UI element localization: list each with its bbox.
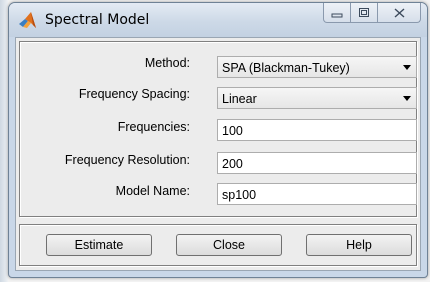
dialog-window: Spectral Model Method: SPA (Blackman-Tuk…	[8, 2, 428, 278]
maximize-icon	[359, 8, 369, 17]
frequency-spacing-value: Linear	[222, 92, 257, 106]
frequency-resolution-field[interactable]: 200	[217, 152, 417, 174]
minimize-icon	[331, 13, 343, 17]
model-name-value: sp100	[222, 188, 257, 202]
frequency-spacing-label: Frequency Spacing:	[78, 87, 190, 101]
dialog-body: Method: SPA (Blackman-Tukey) Frequency S…	[15, 37, 421, 271]
method-value: SPA (Blackman-Tukey)	[222, 61, 350, 75]
model-name-field[interactable]: sp100	[217, 183, 417, 205]
frequencies-label: Frequencies:	[117, 120, 190, 134]
frequency-resolution-label: Frequency Resolution:	[64, 153, 190, 167]
frequencies-field[interactable]: 100	[217, 119, 417, 141]
maximize-button[interactable]	[350, 3, 378, 23]
frequencies-value: 100	[222, 124, 243, 138]
method-select[interactable]: SPA (Blackman-Tukey)	[217, 56, 417, 78]
chevron-down-icon	[403, 65, 411, 70]
minimize-button[interactable]	[323, 3, 351, 23]
window-title: Spectral Model	[45, 12, 150, 28]
method-label: Method:	[144, 56, 190, 70]
frequency-spacing-select[interactable]: Linear	[217, 87, 417, 109]
estimate-button[interactable]: Estimate	[46, 234, 152, 256]
frequency-resolution-value: 200	[222, 157, 243, 171]
window-controls	[323, 3, 421, 25]
chevron-down-icon	[403, 96, 411, 101]
model-settings-panel: Method: SPA (Blackman-Tukey) Frequency S…	[19, 41, 417, 217]
close-icon	[394, 7, 404, 18]
model-name-label: Model Name:	[115, 184, 190, 198]
title-bar[interactable]: Spectral Model	[9, 3, 427, 37]
desktop-background	[0, 0, 8, 282]
close-button[interactable]	[377, 3, 421, 23]
action-button-panel: Estimate Close Help	[19, 224, 417, 266]
help-button[interactable]: Help	[306, 234, 412, 256]
matlab-logo-icon	[19, 12, 36, 28]
close-dialog-button[interactable]: Close	[176, 234, 282, 256]
